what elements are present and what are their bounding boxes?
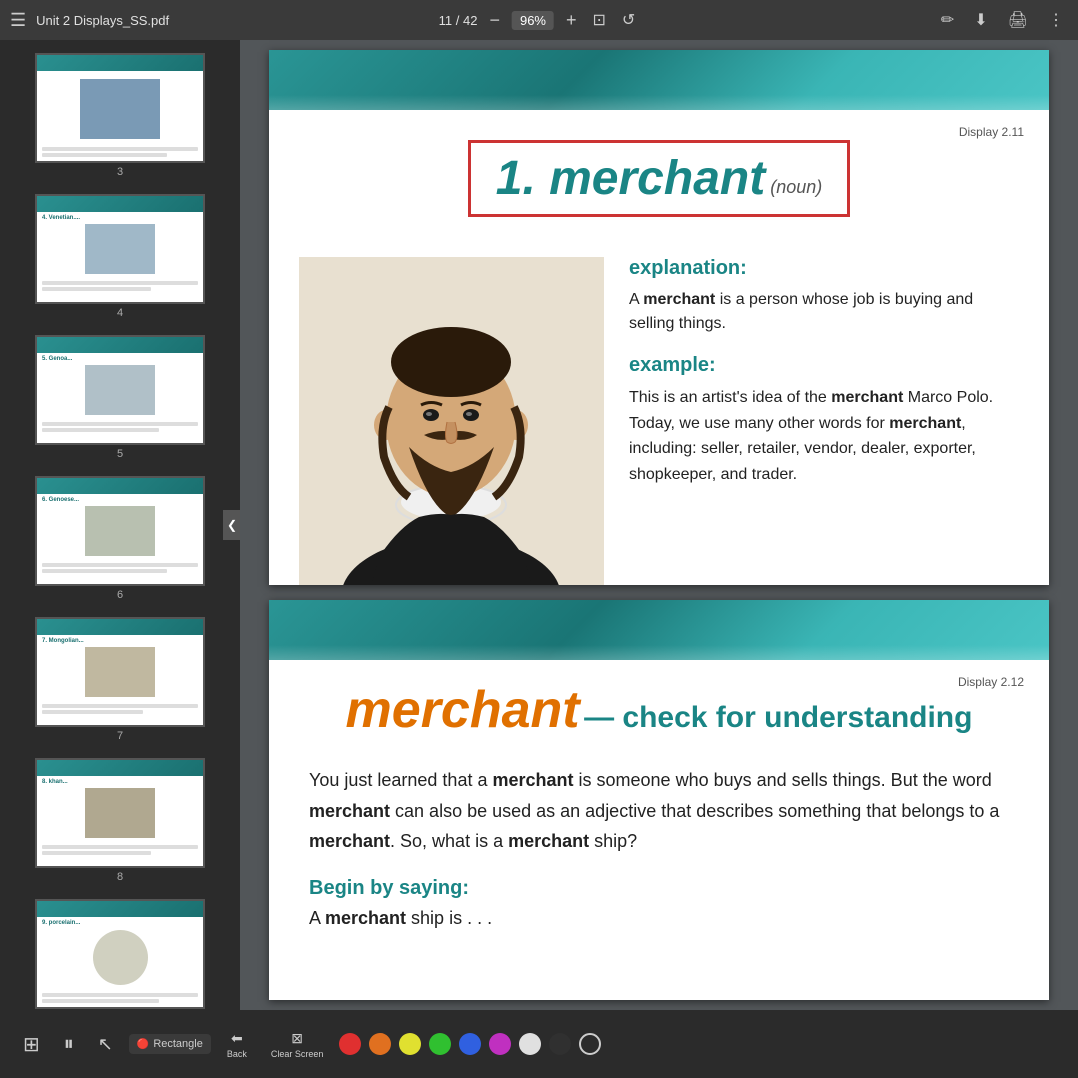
page1-word-number: 1. — [496, 151, 549, 206]
zoom-out-icon[interactable]: − — [485, 8, 504, 33]
color-green[interactable] — [429, 1033, 451, 1055]
back-button[interactable]: ⬅ Back — [219, 1026, 255, 1063]
clear-screen-button[interactable]: ⊠ Clear Screen — [263, 1026, 332, 1063]
page2-body: Display 2.12 merchant — check for unders… — [269, 660, 1049, 959]
page2-subtitle: — check for understanding — [584, 701, 972, 734]
sidebar-item-6[interactable]: 6. Genoese... 6 — [0, 468, 240, 609]
display-label-2: Display 2.12 — [958, 675, 1024, 689]
toolbar-right: ✏ ⬇ 🖨 ⋮ — [937, 8, 1068, 32]
back-label: Back — [227, 1049, 247, 1059]
page-controls: 11 / 42 − 96% + ⊡ ↺ — [439, 8, 640, 33]
merchant-portrait-svg — [299, 257, 604, 585]
merchant-portrait — [299, 257, 604, 585]
page2-main-word: merchant — [346, 681, 580, 739]
color-white[interactable] — [519, 1033, 541, 1055]
color-orange[interactable] — [369, 1033, 391, 1055]
grid-button[interactable]: ⊞ — [15, 1028, 48, 1061]
download-icon[interactable]: ⬇ — [970, 8, 991, 32]
pencil-icon[interactable]: ✏ — [937, 8, 958, 32]
thumb-number-5: 5 — [117, 448, 123, 460]
color-blue[interactable] — [459, 1033, 481, 1055]
sidebar: 3 4. Venetian.... 4 5. Genoa... — [0, 40, 240, 1010]
page1-right-text: explanation: A merchant is a person whos… — [629, 257, 1019, 585]
page2-teal-header — [269, 600, 1049, 660]
page1-word-pos: (noun) — [770, 177, 822, 198]
color-purple[interactable] — [489, 1033, 511, 1055]
zoom-level[interactable]: 96% — [512, 11, 554, 30]
explanation-label: explanation: — [629, 257, 1019, 280]
color-red[interactable] — [339, 1033, 361, 1055]
color-black[interactable] — [549, 1033, 571, 1055]
example-word-2: merchant — [889, 415, 961, 432]
sidebar-item-8[interactable]: 8. khan... 8 — [0, 750, 240, 891]
arrow-icon: ↖ — [98, 1034, 113, 1055]
grid-icon: ⊞ — [23, 1032, 40, 1057]
page2-body-paragraph: You just learned that a merchant is some… — [309, 765, 1009, 857]
pause-button[interactable]: ⏸ — [56, 1029, 82, 1060]
pause-icon: ⏸ — [64, 1033, 74, 1056]
fit-page-icon[interactable]: ⊡ — [589, 8, 610, 32]
sidebar-item-5[interactable]: 5. Genoa... 5 — [0, 327, 240, 468]
top-toolbar: ☰ Unit 2 Displays_SS.pdf 11 / 42 − 96% +… — [0, 0, 1078, 40]
menu-icon[interactable]: ☰ — [10, 10, 26, 31]
page2-title: merchant — check for understanding — [309, 680, 1009, 740]
thumb-number-6: 6 — [117, 589, 123, 601]
page2-word-2: merchant — [309, 801, 390, 821]
pdf-area: Display 2.11 1. merchant (noun) — [240, 40, 1078, 1010]
explanation-keyword: merchant — [643, 291, 715, 308]
page2-word-3: merchant — [309, 831, 390, 851]
rectangle-tool[interactable]: 🔴 Rectangle — [129, 1034, 211, 1054]
thumb-number-8: 8 — [117, 871, 123, 883]
thumb-number-4: 4 — [117, 307, 123, 319]
clear-label: Clear Screen — [271, 1049, 324, 1059]
example-word-1: merchant — [831, 389, 903, 406]
sidebar-collapse-button[interactable]: ❮ — [223, 510, 240, 540]
page2-word-1: merchant — [492, 770, 573, 790]
begin-label: Begin by saying: — [309, 877, 1009, 900]
history-icon[interactable]: ↺ — [618, 8, 639, 32]
begin-word: merchant — [325, 908, 406, 928]
sidebar-item-9[interactable]: 9. porcelain... 9 — [0, 891, 240, 1010]
arrow-tool-button[interactable]: ↖ — [90, 1030, 121, 1059]
page1-word-main: merchant — [549, 151, 765, 206]
begin-text: A merchant ship is . . . — [309, 908, 1009, 929]
more-options-icon[interactable]: ⋮ — [1044, 8, 1068, 32]
document-title: Unit 2 Displays_SS.pdf — [36, 13, 169, 28]
back-icon: ⬅ — [231, 1030, 243, 1047]
sidebar-item-7[interactable]: 7. Mongolian... 7 — [0, 609, 240, 750]
zoom-in-icon[interactable]: + — [562, 8, 581, 33]
clear-icon: ⊠ — [291, 1030, 303, 1047]
page-2: Display 2.12 merchant — check for unders… — [269, 600, 1049, 1000]
page-1: Display 2.11 1. merchant (noun) — [269, 50, 1049, 585]
thumb-number-3: 3 — [117, 166, 123, 178]
explanation-text-a: A — [629, 291, 643, 308]
color-ring[interactable] — [579, 1033, 601, 1055]
thumb-number-7: 7 — [117, 730, 123, 742]
bottom-toolbar: ⊞ ⏸ ↖ 🔴 Rectangle ⬅ Back ⊠ Clear Screen — [0, 1010, 1078, 1078]
page1-body: Display 2.11 1. merchant (noun) — [269, 110, 1049, 585]
rectangle-tool-indicator: 🔴 — [137, 1039, 149, 1050]
sidebar-item-3[interactable]: 3 — [0, 45, 240, 186]
example-label: example: — [629, 354, 1019, 377]
display-label-1: Display 2.11 — [959, 125, 1024, 139]
explanation-text: A merchant is a person whose job is buyi… — [629, 288, 1019, 336]
main-layout: 3 4. Venetian.... 4 5. Genoa... — [0, 40, 1078, 1010]
print-icon[interactable]: 🖨 — [1004, 8, 1032, 32]
page1-teal-header — [269, 50, 1049, 110]
page1-main: explanation: A merchant is a person whos… — [299, 257, 1019, 585]
page2-word-4: merchant — [508, 831, 589, 851]
color-yellow[interactable] — [399, 1033, 421, 1055]
word-box-container: 1. merchant (noun) — [299, 130, 1019, 237]
word-title-box: 1. merchant (noun) — [468, 140, 850, 217]
example-text-1: This is an artist's idea of the — [629, 389, 831, 406]
rectangle-label: Rectangle — [153, 1038, 203, 1050]
page-info: 11 / 42 — [439, 13, 478, 28]
example-text: This is an artist's idea of the merchant… — [629, 385, 1019, 487]
sidebar-item-4[interactable]: 4. Venetian.... 4 — [0, 186, 240, 327]
